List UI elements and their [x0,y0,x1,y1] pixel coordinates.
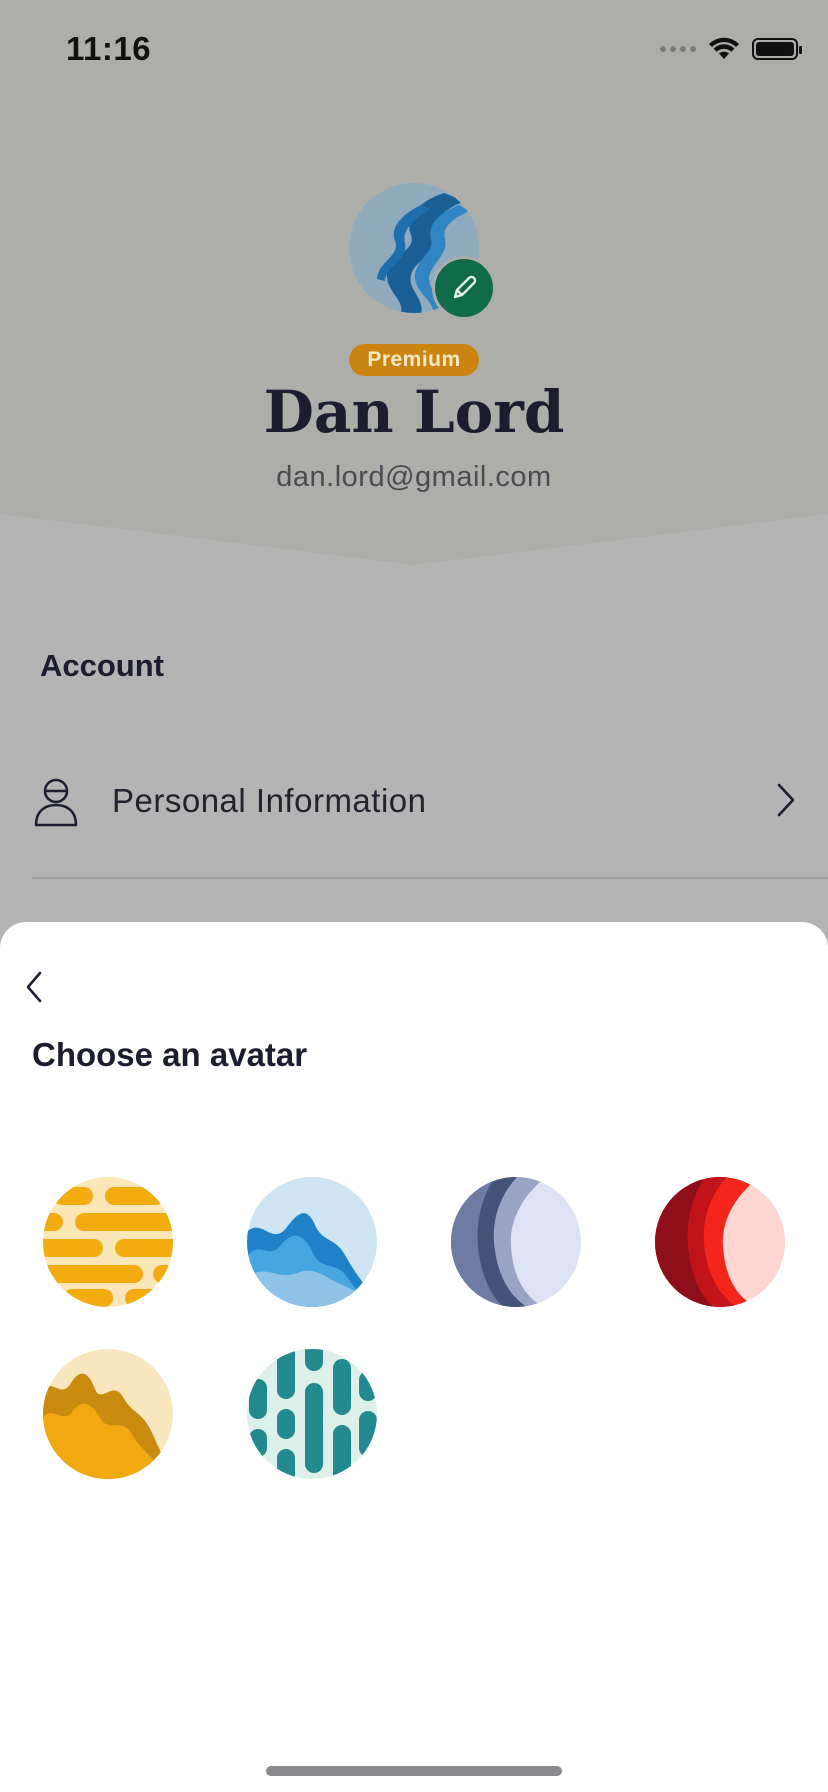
avatar-option-blue-waves[interactable] [247,1177,377,1307]
chevron-right-icon [777,783,795,817]
person-icon [34,778,78,827]
account-section-title: Account [40,648,164,683]
wifi-icon [709,37,739,59]
chevron-left-icon [26,971,42,1003]
slate-crescent-avatar-icon [451,1177,581,1307]
avatar-option-teal-dashes[interactable] [247,1349,377,1479]
avatar-option-amber-mountains[interactable] [43,1349,173,1479]
pencil-icon [453,275,477,299]
premium-badge: Premium [349,344,479,376]
avatar-option-slate-crescent[interactable] [451,1177,581,1307]
red-crescent-avatar-icon [655,1177,785,1307]
row-divider [32,877,828,879]
amber-mountains-avatar-icon [43,1349,173,1479]
status-icons [660,34,802,64]
avatar-picker-sheet: Choose an avatar [0,922,828,1792]
avatar-option-red-crescent[interactable] [655,1177,785,1307]
home-indicator [266,1766,562,1776]
sheet-title: Choose an avatar [32,1036,308,1073]
yellow-stripes-avatar-icon [43,1177,173,1307]
signal-icon [660,46,696,52]
back-button[interactable] [14,962,54,1012]
teal-dashes-avatar-icon [247,1349,377,1479]
edit-avatar-button[interactable] [432,256,496,320]
blue-waves-avatar-icon [247,1177,377,1307]
status-time: 11:16 [66,30,152,67]
avatar-option-yellow-stripes[interactable] [43,1177,173,1307]
battery-icon [752,38,802,60]
personal-information-row[interactable]: Personal Information [0,760,828,878]
user-email: dan.lord@gmail.com [276,461,552,493]
personal-information-label: Personal Information [112,782,427,819]
user-name: Dan Lord [263,378,565,446]
